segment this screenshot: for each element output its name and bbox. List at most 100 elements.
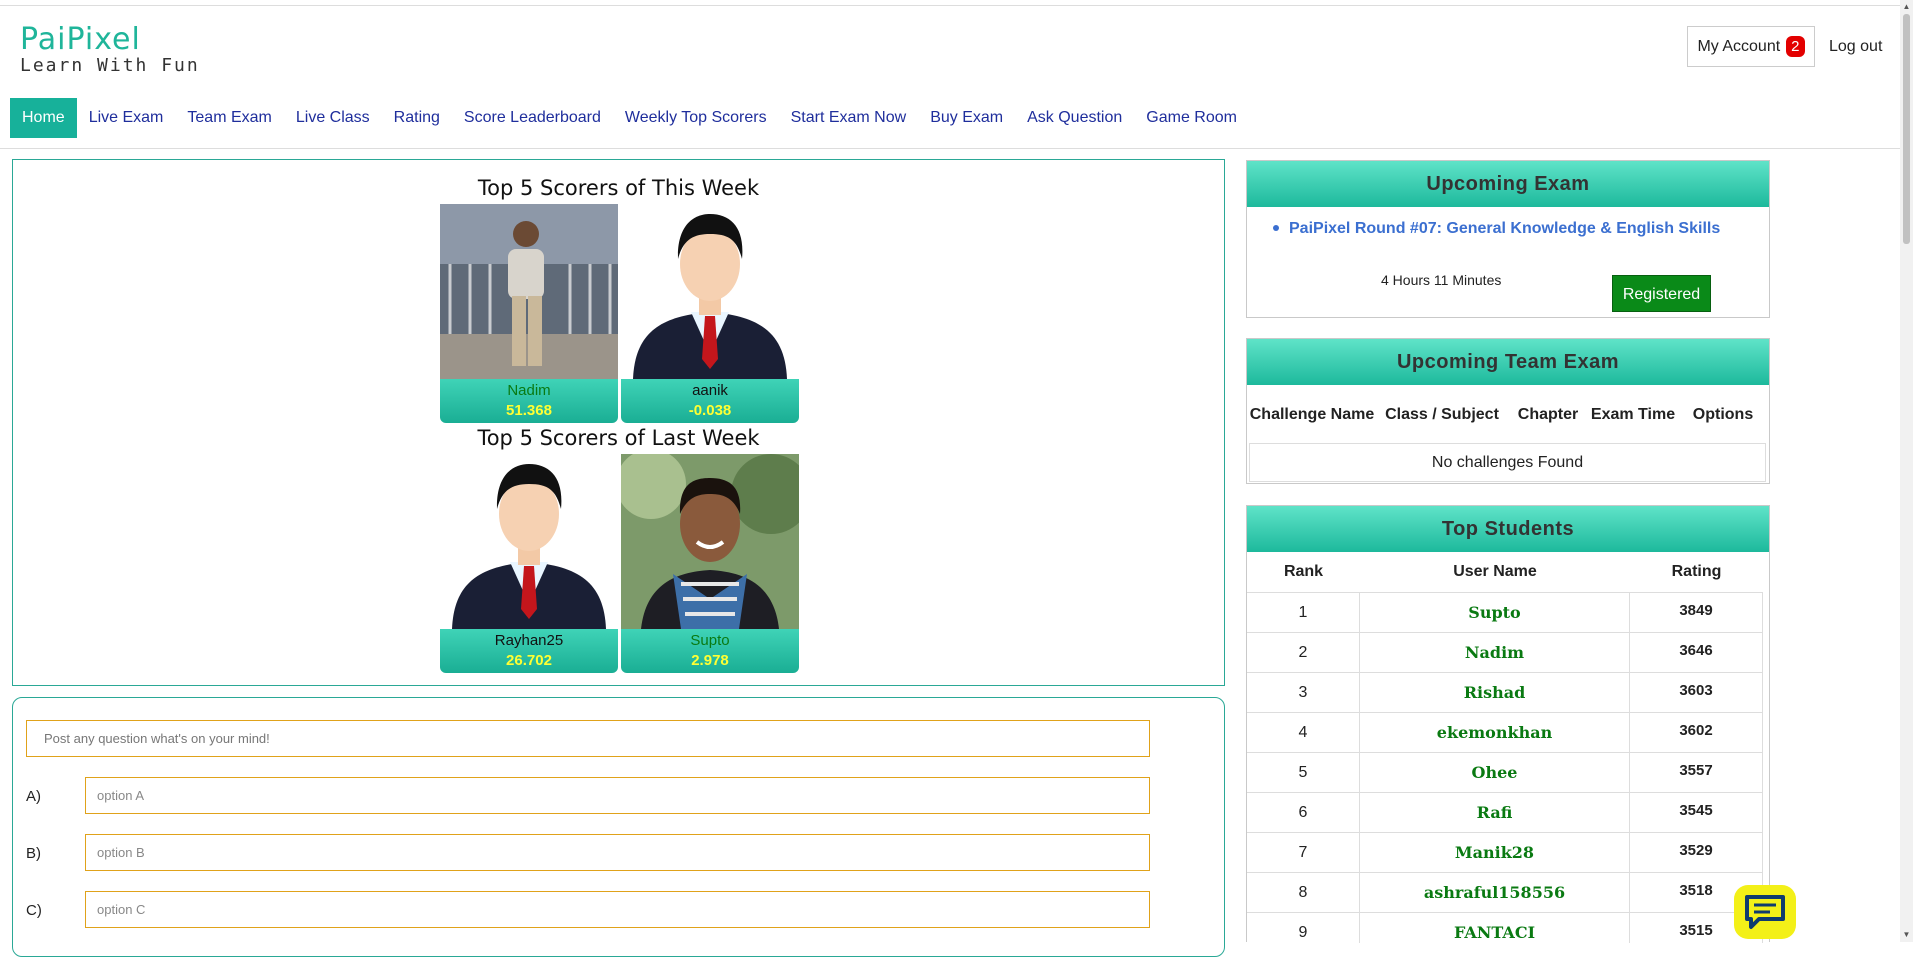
user-link[interactable]: ekemonkhan bbox=[1360, 713, 1630, 753]
table-row: 6 Rafi 3545 bbox=[1247, 792, 1763, 833]
column-header: Class / Subject bbox=[1385, 405, 1499, 423]
my-account-label: My Account bbox=[1697, 37, 1781, 55]
logo-tagline: Learn With Fun bbox=[20, 55, 200, 76]
column-header: Challenge Name bbox=[1249, 405, 1375, 423]
last-week-title: Top 5 Scorers of Last Week bbox=[477, 426, 760, 450]
nav-start-exam-now[interactable]: Start Exam Now bbox=[779, 98, 919, 138]
top-students-title: Top Students bbox=[1247, 506, 1769, 552]
scorer-info: Rayhan25 26.702 bbox=[440, 629, 618, 673]
scorer-name: aanik bbox=[692, 382, 728, 399]
option-b-label: B) bbox=[26, 845, 41, 862]
main-nav: Home Live Exam Team Exam Live Class Rati… bbox=[10, 98, 1249, 138]
column-header: User Name bbox=[1453, 563, 1537, 580]
scorer-card[interactable]: aanik -0.038 bbox=[621, 204, 799, 424]
option-c-input[interactable]: option C bbox=[85, 891, 1150, 928]
rating-cell: 3603 bbox=[1630, 673, 1763, 713]
column-header: Chapter bbox=[1517, 405, 1579, 423]
user-link[interactable]: ashraful158556 bbox=[1360, 873, 1630, 913]
exam-link[interactable]: PaiPixel Round #07: General Knowledge & … bbox=[1289, 218, 1749, 239]
upcoming-exam-title: Upcoming Exam bbox=[1247, 161, 1769, 207]
option-a-label: A) bbox=[26, 788, 41, 805]
rank-cell: 3 bbox=[1247, 673, 1360, 713]
table-row: 3 Rishad 3603 bbox=[1247, 672, 1763, 713]
question-input[interactable]: Post any question what's on your mind! bbox=[26, 720, 1150, 757]
scroll-up-icon[interactable]: ▲ bbox=[1901, 1, 1912, 13]
user-link[interactable]: FANTACI bbox=[1360, 913, 1630, 943]
user-link[interactable]: Supto bbox=[1360, 593, 1630, 633]
table-row: 2 Nadim 3646 bbox=[1247, 632, 1763, 673]
rank-cell: 9 bbox=[1247, 913, 1360, 943]
rank-cell: 7 bbox=[1247, 833, 1360, 873]
scorer-card[interactable]: Supto 2.978 bbox=[621, 454, 799, 674]
rank-cell: 5 bbox=[1247, 753, 1360, 793]
question-composer: Post any question what's on your mind! A… bbox=[12, 697, 1225, 957]
registered-button[interactable]: Registered bbox=[1612, 275, 1711, 312]
scorer-card[interactable]: Rayhan25 26.702 bbox=[440, 454, 618, 674]
column-header: Rank bbox=[1283, 563, 1324, 580]
scorer-name: Nadim bbox=[507, 382, 551, 399]
scroll-down-icon[interactable]: ▼ bbox=[1901, 929, 1912, 941]
user-link[interactable]: Rishad bbox=[1360, 673, 1630, 713]
column-header: Options bbox=[1692, 405, 1754, 423]
upcoming-team-exam-widget: Upcoming Team Exam Challenge Name Class … bbox=[1246, 338, 1770, 484]
default-avatar-icon bbox=[621, 204, 799, 379]
nav-divider bbox=[0, 148, 1910, 149]
nav-team-exam[interactable]: Team Exam bbox=[175, 98, 283, 138]
user-link[interactable]: Nadim bbox=[1360, 633, 1630, 673]
my-account-button[interactable]: My Account 2 bbox=[1687, 26, 1815, 67]
rank-cell: 2 bbox=[1247, 633, 1360, 673]
option-a-input[interactable]: option A bbox=[85, 777, 1150, 814]
logo-title: PaiPixel bbox=[20, 22, 141, 57]
rank-cell: 6 bbox=[1247, 793, 1360, 833]
option-b-input[interactable]: option B bbox=[85, 834, 1150, 871]
top-students-table-header: Rank User Name Rating bbox=[1247, 552, 1769, 592]
rank-cell: 1 bbox=[1247, 593, 1360, 633]
team-exam-title: Upcoming Team Exam bbox=[1247, 339, 1769, 385]
upcoming-exam-widget: Upcoming Exam PaiPixel Round #07: Genera… bbox=[1246, 160, 1770, 318]
nav-score-leaderboard[interactable]: Score Leaderboard bbox=[452, 98, 613, 138]
nav-live-exam[interactable]: Live Exam bbox=[77, 98, 176, 138]
nav-ask-question[interactable]: Ask Question bbox=[1015, 98, 1134, 138]
nav-live-class[interactable]: Live Class bbox=[284, 98, 382, 138]
chat-bubble-icon bbox=[1745, 895, 1785, 929]
nav-buy-exam[interactable]: Buy Exam bbox=[918, 98, 1015, 138]
logout-link[interactable]: Log out bbox=[1829, 38, 1882, 56]
user-link[interactable]: Manik28 bbox=[1360, 833, 1630, 873]
nav-rating[interactable]: Rating bbox=[382, 98, 452, 138]
rank-cell: 4 bbox=[1247, 713, 1360, 753]
table-row: 7 Manik28 3529 bbox=[1247, 832, 1763, 873]
scorer-card[interactable]: Nadim 51.368 bbox=[440, 204, 618, 424]
scorer-score: 2.978 bbox=[691, 652, 729, 669]
scorer-info: Nadim 51.368 bbox=[440, 379, 618, 423]
rating-cell: 3849 bbox=[1630, 593, 1763, 633]
nav-home[interactable]: Home bbox=[10, 98, 77, 138]
scrollbar-thumb[interactable] bbox=[1903, 14, 1910, 244]
scorer-name: Rayhan25 bbox=[494, 632, 564, 649]
empty-state-text: No challenges Found bbox=[1249, 443, 1766, 482]
site-logo[interactable]: PaiPixel Learn With Fun bbox=[20, 24, 200, 76]
scorer-score: 26.702 bbox=[506, 652, 552, 669]
default-avatar-icon bbox=[440, 454, 618, 629]
nav-game-room[interactable]: Game Room bbox=[1134, 98, 1249, 138]
rating-cell: 3545 bbox=[1630, 793, 1763, 833]
top-scorers-panel: Top 5 Scorers of This Week Nadim 51.368 bbox=[12, 159, 1225, 686]
column-header: Exam Time bbox=[1590, 405, 1676, 423]
scorer-info: Supto 2.978 bbox=[621, 629, 799, 673]
scorer-photo bbox=[440, 204, 618, 379]
rating-cell: 3602 bbox=[1630, 713, 1763, 753]
top-border bbox=[0, 0, 1913, 6]
nav-weekly-top-scorers[interactable]: Weekly Top Scorers bbox=[613, 98, 779, 138]
user-link[interactable]: Ohee bbox=[1360, 753, 1630, 793]
chat-button[interactable] bbox=[1734, 885, 1796, 939]
team-exam-table-header: Challenge Name Class / Subject Chapter E… bbox=[1247, 385, 1769, 443]
user-link[interactable]: Rafi bbox=[1360, 793, 1630, 833]
exam-countdown: 4 Hours 11 Minutes bbox=[1381, 272, 1502, 288]
rating-cell: 3557 bbox=[1630, 753, 1763, 793]
scorer-score: 51.368 bbox=[506, 402, 552, 419]
scorer-info: aanik -0.038 bbox=[621, 379, 799, 423]
scorer-score: -0.038 bbox=[688, 402, 732, 419]
this-week-title: Top 5 Scorers of This Week bbox=[477, 176, 760, 200]
scorer-name: Supto bbox=[690, 632, 730, 649]
table-row: 1 Supto 3849 bbox=[1247, 592, 1763, 633]
notification-badge: 2 bbox=[1786, 36, 1805, 57]
